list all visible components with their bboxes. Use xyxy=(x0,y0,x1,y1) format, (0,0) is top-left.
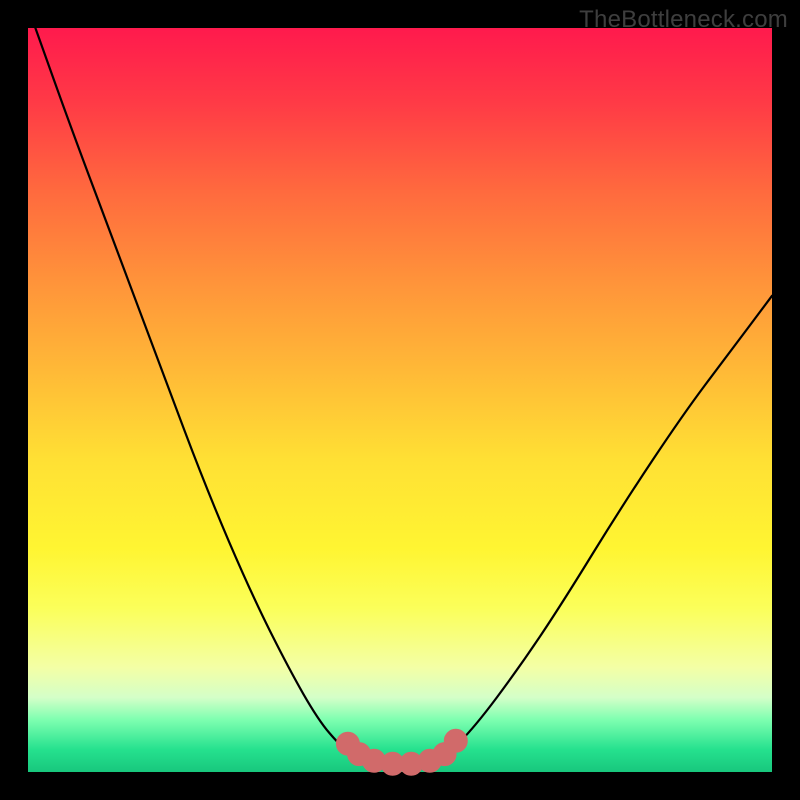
bottleneck-curve xyxy=(35,28,772,764)
chart-frame: TheBottleneck.com xyxy=(0,0,800,800)
chart-svg xyxy=(28,28,772,772)
chart-curve xyxy=(35,28,772,764)
marker-dot xyxy=(449,734,463,748)
watermark-text: TheBottleneck.com xyxy=(579,6,788,34)
bottleneck-markers xyxy=(341,734,463,771)
marker-dot xyxy=(367,754,381,768)
marker-dot xyxy=(404,757,418,771)
marker-dot xyxy=(386,757,400,771)
chart-plot-area xyxy=(28,28,772,772)
